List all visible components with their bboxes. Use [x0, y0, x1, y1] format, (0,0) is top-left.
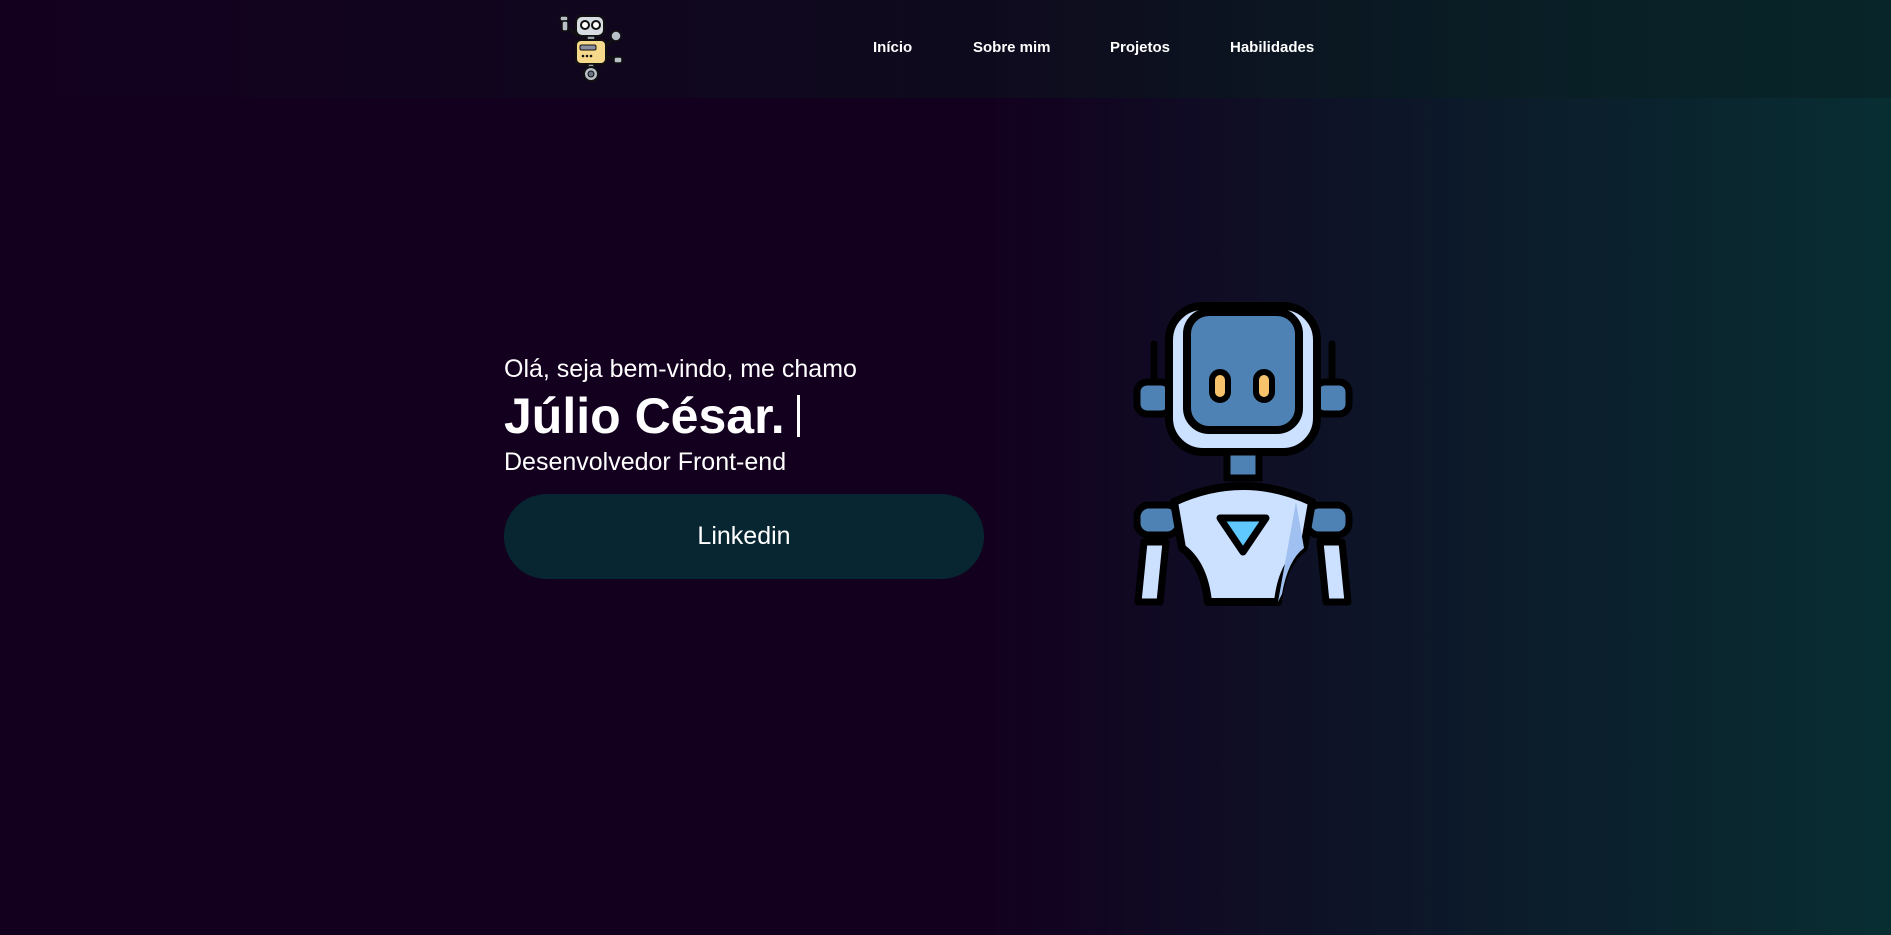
nav-menu: Início Sobre mim Projetos Habilidades [0, 0, 1891, 98]
greeting-text: Olá, seja bem-vindo, me chamo [504, 355, 857, 383]
role-text: Desenvolvedor Front-end [504, 448, 787, 476]
nav-link-projetos[interactable]: Projetos [1110, 39, 1170, 56]
name-heading: Júlio César. [504, 386, 857, 446]
name-text: Júlio César. [504, 388, 785, 444]
nav-link-inicio[interactable]: Início [873, 39, 912, 56]
nav-link-sobre-mim[interactable]: Sobre mim [973, 39, 1051, 56]
navbar: Início Sobre mim Projetos Habilidades [0, 0, 1891, 98]
robot-illustration-icon [1133, 302, 1353, 606]
typing-cursor [796, 395, 800, 437]
nav-link-habilidades[interactable]: Habilidades [1230, 39, 1314, 56]
hero-text: Olá, seja bem-vindo, me chamo Júlio Césa… [504, 352, 857, 478]
linkedin-button[interactable]: Linkedin [504, 494, 984, 579]
